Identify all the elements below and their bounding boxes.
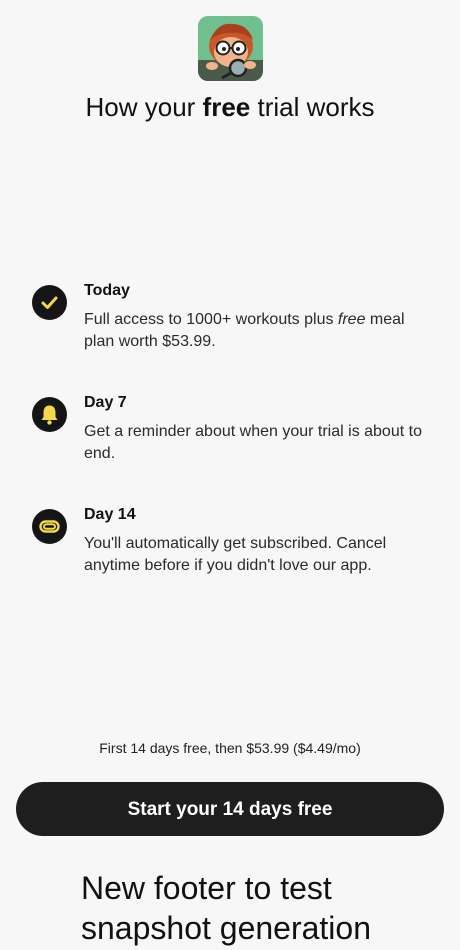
bell-icon: [41, 405, 58, 425]
timeline-description-day-14: You'll automatically get subscribed. Can…: [84, 535, 387, 574]
page-title-emphasis: free: [202, 92, 251, 122]
timeline-icon-day-7: [32, 397, 67, 432]
checkmark-icon: [41, 296, 58, 309]
start-trial-button[interactable]: Start your 14 days free: [16, 782, 444, 836]
timeline-description-today: Full access to 1000+ workouts plus free …: [84, 309, 439, 353]
timeline-heading-today: Today: [84, 282, 130, 299]
paperclip-icon: [39, 520, 60, 533]
timeline-description-day-7: Get a reminder about when your trial is …: [84, 423, 422, 462]
page-title: How your free trial works: [0, 92, 460, 123]
timeline-heading-day-14: Day 14: [84, 506, 136, 523]
pricing-note: First 14 days free, then $53.99 ($4.49/m…: [99, 740, 361, 756]
cartoon-character-magnifier-icon: [198, 16, 263, 81]
app-icon: [198, 16, 263, 81]
timeline-icon-today: [32, 285, 67, 320]
timeline-heading-day-7: Day 7: [84, 394, 127, 411]
page-title-start: How your: [85, 92, 203, 122]
timeline-description-today-emphasis: free: [337, 311, 366, 328]
timeline-description-today-start: Full access to 1000+ workouts plus: [84, 311, 338, 328]
timeline-icon-day-14: [32, 509, 67, 544]
page-title-end: trial works: [250, 92, 375, 122]
footer-text: New footer to test snapshot generation: [81, 870, 371, 946]
